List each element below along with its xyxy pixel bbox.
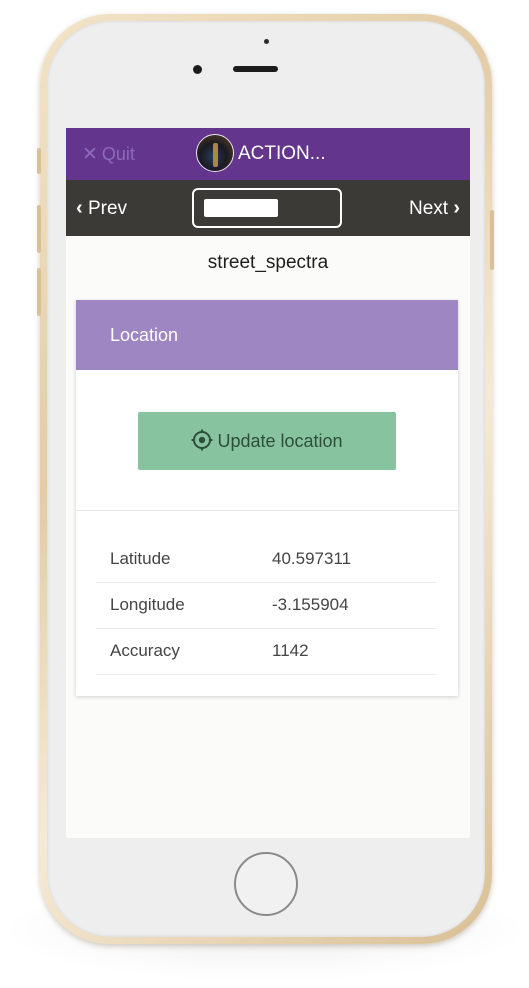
update-location-button[interactable]: Update location [138, 412, 396, 470]
card-divider [76, 510, 458, 511]
latitude-label: Latitude [110, 549, 171, 568]
home-button[interactable] [234, 852, 298, 916]
quit-label: Quit [101, 144, 135, 164]
step-indicator-fill [204, 199, 278, 217]
update-location-label: Update location [217, 431, 343, 451]
volume-down-button [37, 268, 41, 316]
step-indicator[interactable] [192, 188, 342, 228]
stage: ✕ Quit ACTION... ‹ Prev Next › street_spe… [0, 0, 529, 988]
app-header: ✕ Quit ACTION... [66, 128, 470, 180]
front-camera [193, 65, 202, 74]
next-button[interactable]: Next › [409, 196, 460, 221]
location-target-icon [191, 429, 213, 457]
prev-label: Prev [87, 198, 128, 219]
longitude-label: Longitude [110, 595, 185, 614]
latitude-value: 40.597311 [272, 549, 352, 568]
earpiece-speaker [233, 66, 278, 72]
accuracy-label: Accuracy [110, 641, 180, 660]
location-card: Location Update location Latitude 40.597… [76, 300, 458, 696]
page-subtitle: street_spectra [207, 252, 329, 273]
table-row-longitude: Longitude -3.155904 [96, 582, 436, 629]
power-button [490, 210, 494, 270]
table-row-accuracy: Accuracy 1142 [96, 628, 436, 675]
proximity-sensor [264, 39, 269, 44]
mute-switch [37, 148, 41, 174]
accuracy-value: 1142 [272, 641, 309, 660]
longitude-value: -3.155904 [272, 595, 349, 614]
update-location-content: Update location [138, 429, 396, 457]
volume-up-button [37, 205, 41, 253]
nav-bar: ‹ Prev Next › [66, 180, 470, 236]
chevron-right-icon: › [453, 197, 460, 219]
prev-button[interactable]: ‹ Prev [76, 196, 127, 221]
next-label: Next [408, 198, 449, 219]
table-row-latitude: Latitude 40.597311 [96, 536, 436, 583]
quit-button[interactable]: ✕ Quit [82, 142, 135, 166]
app-title: ACTION... [238, 143, 326, 164]
location-card-header: Location [76, 300, 458, 370]
close-icon: ✕ [82, 144, 98, 165]
chevron-left-icon: ‹ [76, 197, 83, 219]
app-screen: ✕ Quit ACTION... ‹ Prev Next › street_spe… [66, 128, 470, 838]
avatar [196, 134, 234, 172]
location-card-title: Location [110, 325, 179, 345]
